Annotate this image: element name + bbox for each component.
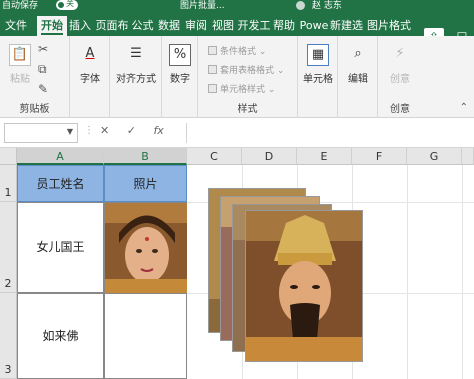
font-button[interactable]: A 字体 xyxy=(70,44,110,85)
styles-group: 条件格式 ⌄ 套用表格格式 ⌄ 单元格样式 ⌄ 样式 xyxy=(198,36,298,118)
alignment-button[interactable]: ☰ 对齐方式 xyxy=(116,44,156,85)
autosave-toggle[interactable]: 关 xyxy=(56,0,78,10)
autosave-label: 自动保存 xyxy=(2,1,39,11)
cut-icon[interactable]: ✂ xyxy=(38,42,48,56)
column-header-c[interactable]: C xyxy=(187,148,242,165)
tab-page-layout[interactable]: 页面布 xyxy=(94,16,130,36)
column-header-h[interactable] xyxy=(462,148,474,165)
gridline xyxy=(462,165,463,379)
user-name: 赵 志东 xyxy=(312,1,342,11)
portrait-image xyxy=(105,203,187,293)
column-header-e[interactable]: E xyxy=(297,148,352,165)
tab-new[interactable]: 新建选 xyxy=(330,16,363,36)
formula-bar-grip: ⋮ xyxy=(84,125,94,136)
formula-input[interactable] xyxy=(186,123,474,143)
column-header-f[interactable]: F xyxy=(352,148,407,165)
buddha-photo[interactable] xyxy=(245,210,363,362)
cell-b2[interactable] xyxy=(104,202,187,293)
conditional-format-button[interactable]: 条件格式 ⌄ xyxy=(208,44,266,57)
ribbon-tabs: 文件 开始 插入 页面布 公式 数据 审阅 视图 开发工 帮助 Powe 新建选… xyxy=(0,12,474,46)
align-icon: ☰ xyxy=(130,46,142,61)
table-icon xyxy=(208,65,217,74)
avatar[interactable] xyxy=(296,1,305,10)
clipboard-group: 📋 粘贴 ✂ ⧉ ✎ 剪贴板 xyxy=(0,36,70,118)
column-header-d[interactable]: D xyxy=(242,148,297,165)
tab-picture-format[interactable]: 图片格式 xyxy=(364,16,414,36)
ribbon: 📋 粘贴 ✂ ⧉ ✎ 剪贴板 A 字体 ☰ 对齐方式 % 数字 条件格式 ⌄ 套… xyxy=(0,36,474,118)
cancel-icon[interactable]: ✕ xyxy=(100,124,109,137)
select-all-corner[interactable] xyxy=(0,148,17,165)
tab-review[interactable]: 审阅 xyxy=(183,16,209,36)
format-as-table-button[interactable]: 套用表格格式 ⌄ xyxy=(208,63,284,76)
editing-group: ⌕ 编辑 xyxy=(338,36,378,118)
tab-developer[interactable]: 开发工 xyxy=(237,16,271,36)
cell-style-icon xyxy=(208,84,217,93)
clipboard-group-label: 剪贴板 xyxy=(19,104,50,115)
cells-button[interactable]: ▦ 单元格 xyxy=(298,44,338,85)
tab-data[interactable]: 数据 xyxy=(156,16,182,36)
percent-icon: % xyxy=(169,44,191,66)
tab-formulas[interactable]: 公式 xyxy=(130,16,155,36)
tab-file[interactable]: 文件 xyxy=(3,16,29,36)
creative-group-label: 创意 xyxy=(390,104,410,115)
cell-a2[interactable]: 女儿国王 xyxy=(17,202,104,293)
portrait-photo[interactable] xyxy=(105,203,187,293)
column-header-a[interactable]: A xyxy=(17,148,104,165)
name-box[interactable]: ▼ xyxy=(4,123,78,143)
chevron-down-icon: ▼ xyxy=(66,127,73,136)
insert-function-icon[interactable]: fx xyxy=(153,124,163,137)
cell-a1[interactable]: 员工姓名 xyxy=(17,165,104,202)
cell-b1[interactable]: 照片 xyxy=(104,165,187,202)
paste-button[interactable]: 📋 粘贴 xyxy=(0,44,40,85)
buddha-image xyxy=(246,211,362,361)
styles-group-label: 样式 xyxy=(237,104,258,115)
cell-b3[interactable] xyxy=(104,293,187,379)
tab-help[interactable]: 帮助 xyxy=(271,16,297,36)
creative-button[interactable]: ⚡ 创意 xyxy=(380,44,420,85)
paste-icon: 📋 xyxy=(9,44,31,66)
tab-power[interactable]: Powe xyxy=(298,16,330,36)
cells-icon: ▦ xyxy=(307,44,329,66)
font-icon: A xyxy=(85,46,95,61)
gridline xyxy=(407,165,408,379)
editing-button[interactable]: ⌕ 编辑 xyxy=(338,44,378,85)
number-button[interactable]: % 数字 xyxy=(160,44,200,85)
copy-icon[interactable]: ⧉ xyxy=(38,62,47,77)
creative-group: ⚡ 创意 创意 xyxy=(378,36,422,118)
column-header-g[interactable]: G xyxy=(407,148,462,165)
alignment-group: ☰ 对齐方式 xyxy=(110,36,162,118)
row-header-3[interactable]: 3 xyxy=(0,293,17,379)
file-name: 图片批量... xyxy=(180,1,225,11)
cell-a3[interactable]: 如来佛 xyxy=(17,293,104,379)
conditional-format-icon xyxy=(208,46,217,55)
lightning-icon: ⚡ xyxy=(395,46,405,61)
collapse-ribbon-icon[interactable]: ⌃ xyxy=(460,102,468,113)
formula-bar: ▼ ⋮ ✕ ✓ fx xyxy=(0,118,474,148)
row-header-1[interactable]: 1 xyxy=(0,165,17,202)
tab-view[interactable]: 视图 xyxy=(210,16,236,36)
format-painter-icon[interactable]: ✎ xyxy=(38,82,48,96)
tab-insert[interactable]: 插入 xyxy=(67,16,93,36)
tab-home[interactable]: 开始 xyxy=(37,16,67,36)
column-header-b[interactable]: B xyxy=(104,148,187,165)
confirm-icon[interactable]: ✓ xyxy=(127,124,136,137)
font-group: A 字体 xyxy=(70,36,110,118)
search-icon: ⌕ xyxy=(354,46,362,61)
row-header-2[interactable]: 2 xyxy=(0,202,17,293)
worksheet: A B C D E F G 1 2 3 员工姓名 照片 女儿国王 如来佛 xyxy=(0,148,474,379)
title-bar: 自动保存 关 图片批量... 赵 志东 xyxy=(0,0,474,12)
cell-styles-button[interactable]: 单元格样式 ⌄ xyxy=(208,82,275,95)
cells-group: ▦ 单元格 xyxy=(298,36,338,118)
number-group: % 数字 xyxy=(162,36,198,118)
